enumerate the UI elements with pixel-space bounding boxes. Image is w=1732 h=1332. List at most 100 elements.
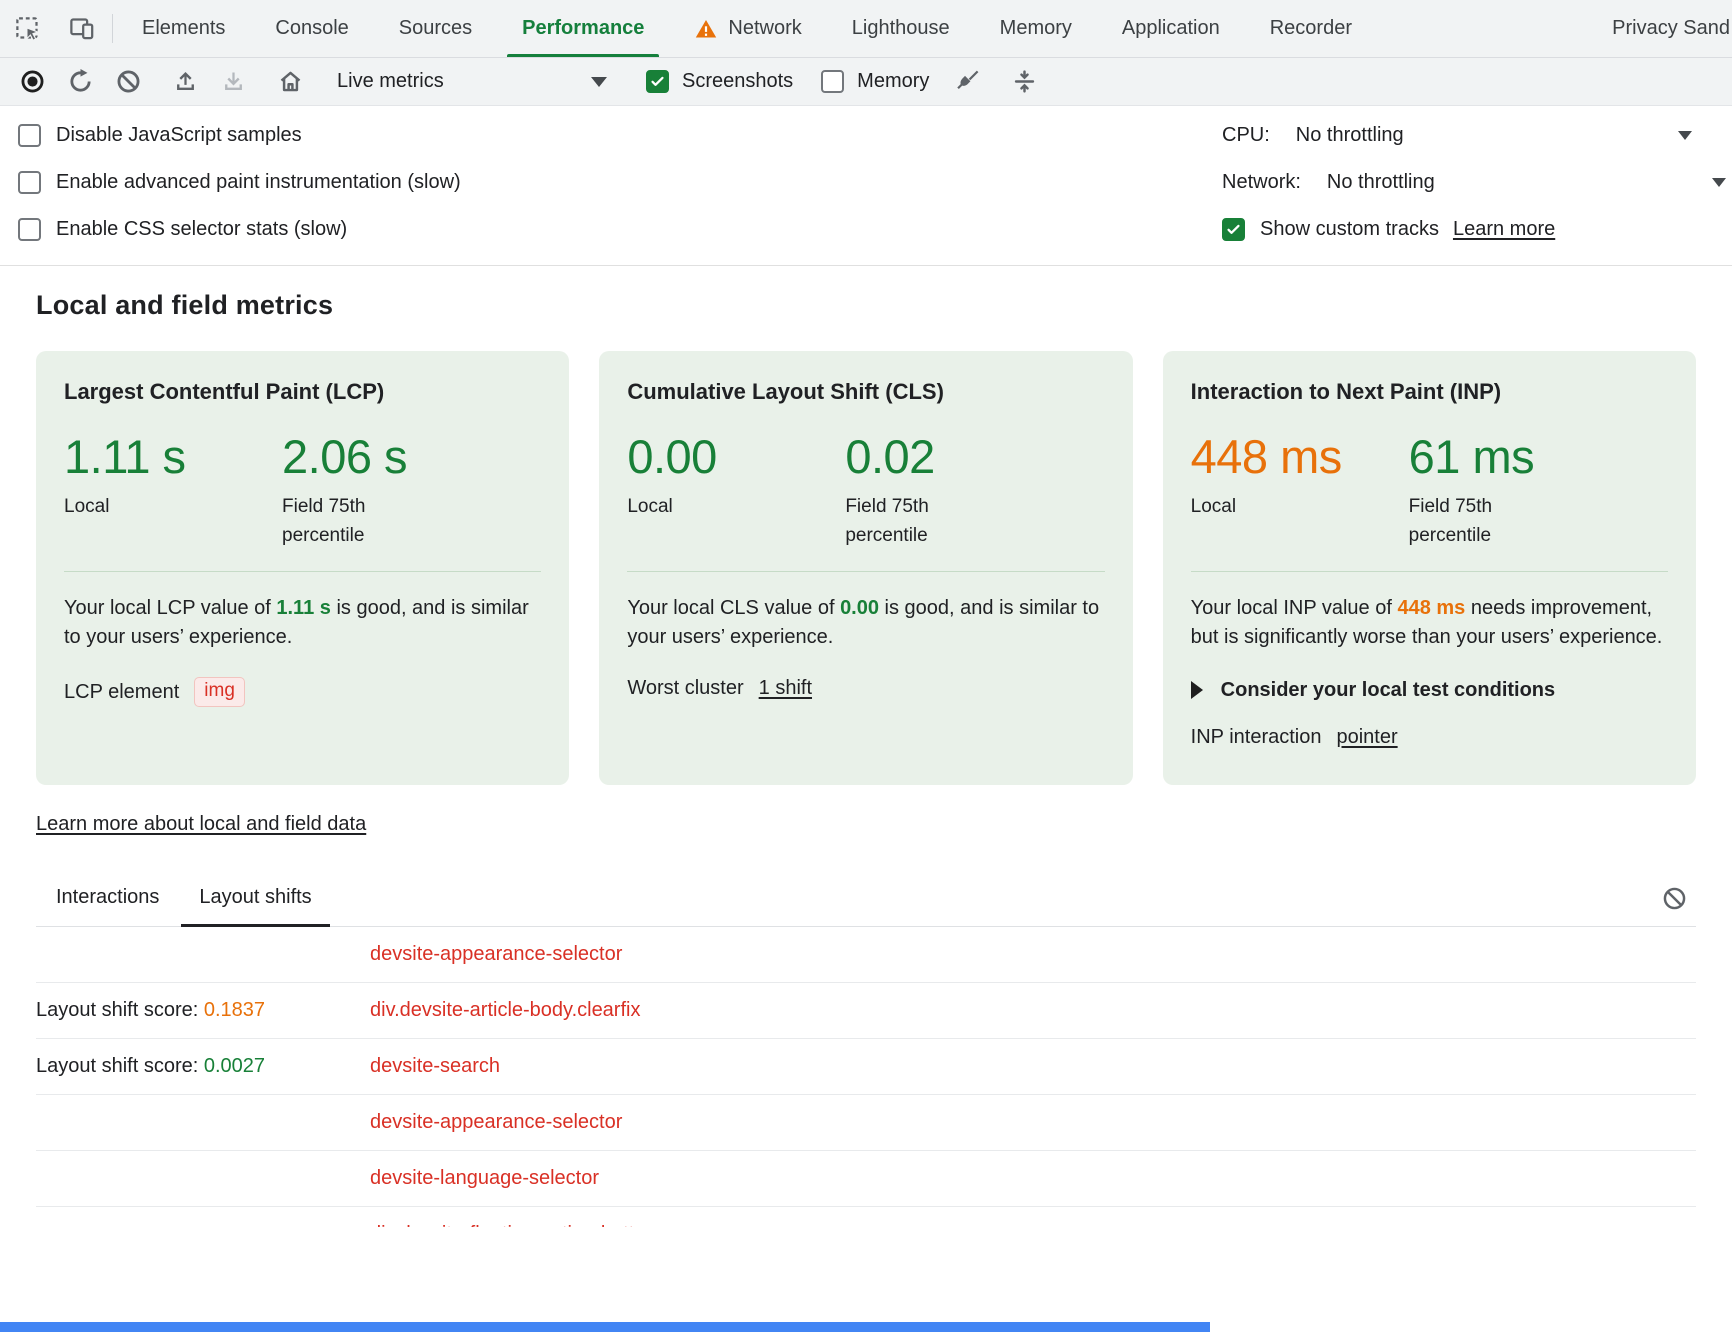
shift-score-value: 0.1837 [204,999,265,1021]
reload-icon [67,68,94,95]
record-button[interactable] [8,62,56,102]
tab-memory[interactable]: Memory [975,0,1097,57]
cpu-throttling-select[interactable]: CPU: No throttling [1222,112,1714,159]
chevron-down-icon [1678,131,1692,140]
load-profile-button[interactable] [161,62,209,102]
field-value: 2.06 s [282,433,541,480]
inspect-cursor-icon [14,15,41,42]
card-title: Cumulative Layout Shift (CLS) [627,379,1104,405]
field-label: Field 75th percentile [845,492,975,551]
chevron-down-icon [1712,178,1726,187]
tab-label: Console [275,17,348,40]
download-icon [220,68,247,95]
inp-card: Interaction to Next Paint (INP) 448 ms L… [1163,351,1696,785]
devtools-tabbar: Elements Console Sources Performance Net… [0,0,1732,58]
tab-application[interactable]: Application [1097,0,1245,57]
divider [64,571,541,572]
block-icon [115,68,142,95]
cpu-label: CPU: [1222,124,1270,147]
expander-label: Consider your local test conditions [1221,679,1556,702]
divider [627,571,1104,572]
lcp-element-row: LCP element img [64,677,541,708]
checkbox-checked-icon [646,70,669,93]
network-throttling-value: No throttling [1327,171,1435,194]
checkbox-unchecked-icon [18,218,41,241]
css-selector-stats-checkbox[interactable]: Enable CSS selector stats (slow) [18,206,1222,253]
collect-garbage-button[interactable] [943,62,991,102]
live-metrics-view: Local and field metrics Largest Contentf… [0,266,1732,1227]
description-value: 0.00 [840,597,879,619]
show-custom-tracks-checkbox[interactable]: Show custom tracks [1222,218,1439,241]
cls-card: Cumulative Layout Shift (CLS) 0.00 Local… [599,351,1132,785]
throttling-settings: CPU: No throttling Network: No throttlin… [1222,112,1714,253]
inspect-element-button[interactable] [0,0,54,57]
network-throttling-select[interactable]: Network: No throttling [1222,159,1714,206]
lcp-element-node-badge[interactable]: img [194,677,245,708]
worst-cluster-label: Worst cluster [627,677,743,700]
card-description: Your local LCP value of 1.11 s is good, … [64,594,541,653]
chevron-down-icon [591,77,607,87]
tab-sources[interactable]: Sources [374,0,497,57]
lcp-element-label: LCP element [64,681,179,704]
advanced-paint-checkbox[interactable]: Enable advanced paint instrumentation (s… [18,159,1222,206]
layout-shifts-table: devsite-appearance-selector Layout shift… [36,927,1696,1227]
screenshots-checkbox[interactable]: Screenshots [632,70,807,93]
tab-recorder[interactable]: Recorder [1245,0,1377,57]
shift-element-link[interactable]: devsite-appearance-selector [370,1111,622,1134]
device-toolbar-button[interactable] [54,0,108,57]
tab-label: Privacy Sand [1612,17,1730,40]
tab-label: Memory [1000,17,1072,40]
page-title: Local and field metrics [36,290,1696,321]
capture-settings: Disable JavaScript samples Enable advanc… [0,106,1732,266]
tab-label: Recorder [1270,17,1352,40]
metric-cards: Largest Contentful Paint (LCP) 1.11 s Lo… [36,351,1696,785]
table-row: Layout shift score: 0.0027 devsite-searc… [36,1039,1696,1095]
field-label: Field 75th percentile [282,492,412,551]
tab-performance[interactable]: Performance [497,0,669,57]
local-label: Local [64,492,194,521]
shift-element-link[interactable]: devsite-search [370,1055,500,1078]
screenshots-label: Screenshots [682,70,793,93]
tab-network[interactable]: Network [669,0,826,57]
local-value: 1.11 s [64,433,282,480]
show-custom-tracks-row: Show custom tracks Learn more [1222,206,1714,253]
shift-score-value: 0.0027 [204,1055,265,1077]
table-row: devsite-appearance-selector [36,1095,1696,1151]
collapse-tracks-button[interactable] [1000,62,1048,102]
tab-label: Application [1122,17,1220,40]
disable-js-samples-checkbox[interactable]: Disable JavaScript samples [18,112,1222,159]
tab-lighthouse[interactable]: Lighthouse [827,0,975,57]
custom-tracks-learn-more-link[interactable]: Learn more [1453,218,1555,241]
inp-interaction-link[interactable]: pointer [1336,726,1397,749]
cpu-throttling-value: No throttling [1296,124,1404,147]
local-label: Local [1191,492,1321,521]
tab-label: Sources [399,17,472,40]
shift-element-link[interactable]: div.devsite-article-body.clearfix [370,999,640,1022]
local-value-block: 0.00 Local [627,433,845,551]
tab-interactions[interactable]: Interactions [36,870,179,926]
upload-icon [172,68,199,95]
field-label: Field 75th percentile [1409,492,1539,551]
local-label: Local [627,492,757,521]
live-metrics-home-button[interactable] [266,62,314,102]
lcp-card: Largest Contentful Paint (LCP) 1.11 s Lo… [36,351,569,785]
tab-console[interactable]: Console [250,0,373,57]
clear-log-button[interactable] [1652,876,1696,920]
tab-label: Performance [522,17,644,40]
field-value: 0.02 [845,433,1104,480]
tab-elements[interactable]: Elements [117,0,250,57]
shift-element-link[interactable]: div.devsite-floating-action-buttons [370,1223,666,1227]
record-and-reload-button[interactable] [56,62,104,102]
local-test-conditions-expander[interactable]: Consider your local test conditions [1191,679,1668,702]
network-label: Network: [1222,171,1301,194]
memory-checkbox[interactable]: Memory [807,70,943,93]
tab-layout-shifts[interactable]: Layout shifts [179,870,331,926]
tab-privacy-sandbox[interactable]: Privacy Sand [1587,0,1732,57]
save-profile-button[interactable] [209,62,257,102]
shift-element-link[interactable]: devsite-appearance-selector [370,943,622,966]
clear-button[interactable] [104,62,152,102]
shift-element-link[interactable]: devsite-language-selector [370,1167,599,1190]
worst-cluster-link[interactable]: 1 shift [759,677,812,700]
learn-more-local-field-link[interactable]: Learn more about local and field data [36,813,366,836]
history-dropdown[interactable]: Live metrics [323,62,623,102]
